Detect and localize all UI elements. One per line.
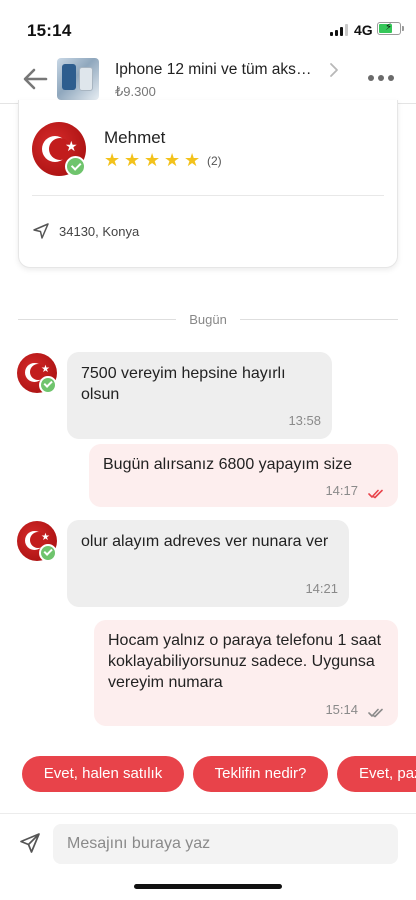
send-arrow-icon[interactable] xyxy=(18,831,42,855)
seller-avatar[interactable]: ★ xyxy=(32,122,86,177)
home-indicator[interactable] xyxy=(134,884,282,889)
back-button[interactable] xyxy=(22,67,48,91)
network-type: 4G xyxy=(354,22,373,38)
star-icon: ★ xyxy=(144,150,161,170)
read-receipt-icon xyxy=(368,486,384,499)
message-composer xyxy=(0,813,416,871)
message-bubble-incoming[interactable]: olur alayım adreves ver nunara ver 14:21 xyxy=(67,520,349,607)
message-bubble-outgoing[interactable]: Bugün alırsanız 6800 yapayım size 14:17 xyxy=(89,444,398,507)
star-icon: ★ xyxy=(104,150,121,170)
message-time: 15:14 xyxy=(325,702,358,717)
signal-icon xyxy=(330,24,350,36)
seller-card[interactable]: ★ Mehmet ★ ★ ★ ★ ★ (2) 34130, Konya xyxy=(18,100,398,268)
message-text: Hocam yalnız o paraya telefonu 1 saat ko… xyxy=(108,632,382,691)
battery-cap xyxy=(402,26,404,31)
star-icon: ★ xyxy=(164,150,181,170)
message-bubble-incoming[interactable]: 7500 vereyim hepsine hayırlı olsun 13:58 xyxy=(67,352,332,439)
card-divider xyxy=(32,195,384,196)
chat-header: Iphone 12 mini ve tüm aksesuarları ₺9.30… xyxy=(0,52,416,104)
message-time: 14:17 xyxy=(325,483,358,498)
quick-replies: Evet, halen satılık Teklifin nedir? Evet… xyxy=(0,756,416,794)
sender-avatar[interactable]: ★ xyxy=(17,353,57,394)
product-thumbnail[interactable] xyxy=(57,58,99,100)
status-bar: 15:14 4G ⚡ xyxy=(0,0,416,52)
message-time: 14:21 xyxy=(305,581,338,596)
quick-reply-chip[interactable]: Teklifin nedir? xyxy=(193,756,328,792)
message-time: 13:58 xyxy=(288,413,321,428)
rating-count: (2) xyxy=(207,154,222,168)
delivered-receipt-icon xyxy=(368,705,384,718)
star-icon: ★ xyxy=(184,150,201,170)
message-text: 7500 vereyim hepsine hayırlı olsun xyxy=(81,365,286,403)
star-icon: ★ xyxy=(124,150,141,170)
more-options-button[interactable] xyxy=(368,75,394,83)
message-input[interactable] xyxy=(53,824,398,864)
sender-avatar[interactable]: ★ xyxy=(17,521,57,562)
more-horizontal-icon xyxy=(368,75,374,81)
seller-location: 34130, Konya xyxy=(59,224,140,239)
charging-bolt-icon: ⚡ xyxy=(385,22,393,33)
product-title[interactable]: Iphone 12 mini ve tüm aksesuarları xyxy=(115,61,315,79)
message-text: olur alayım adreves ver nunara ver xyxy=(81,533,329,550)
status-time: 15:14 xyxy=(27,21,72,40)
message-bubble-outgoing[interactable]: Hocam yalnız o paraya telefonu 1 saat ko… xyxy=(94,620,398,726)
verified-badge-icon xyxy=(39,544,57,562)
verified-badge-icon xyxy=(65,156,86,177)
quick-reply-chip[interactable]: Evet, pazarlık payı var xyxy=(337,756,416,792)
chevron-right-icon[interactable] xyxy=(328,62,340,78)
verified-badge-icon xyxy=(39,376,57,394)
arrow-left-icon xyxy=(23,68,48,90)
navigation-arrow-icon xyxy=(32,222,50,240)
seller-name: Mehmet xyxy=(104,128,166,147)
message-text: Bugün alırsanız 6800 yapayım size xyxy=(103,456,353,473)
divider xyxy=(240,319,398,320)
quick-reply-chip[interactable]: Evet, halen satılık xyxy=(22,756,184,792)
product-price: ₺9.300 xyxy=(115,84,156,99)
date-separator: Bugün xyxy=(0,310,416,330)
